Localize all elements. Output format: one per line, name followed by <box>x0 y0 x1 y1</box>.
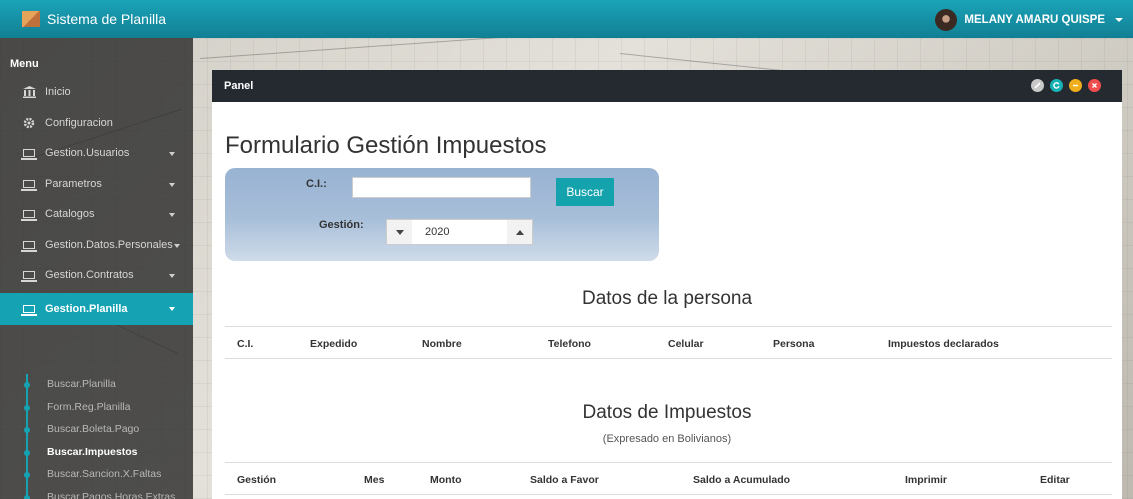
column-header: Monto <box>430 474 462 486</box>
subitem-label: Buscar.Boleta.Pago <box>47 423 140 436</box>
bullet-icon <box>24 494 30 499</box>
caret-up-icon <box>515 229 524 235</box>
subitem-buscar-pagos-horas-extras[interactable]: Buscar.Pagos.Horas.Extras <box>0 486 193 499</box>
column-header: Imprimir <box>905 474 948 486</box>
chevron-down-icon <box>169 274 175 278</box>
sidebar-item-label: Configuracion <box>45 116 113 129</box>
column-header: Expedido <box>310 338 358 350</box>
laptop-icon <box>21 148 37 161</box>
gestion-stepper[interactable]: 2020 <box>386 219 533 245</box>
panel-body: Formulario Gestión Impuestos C.I.: Busca… <box>212 102 1122 499</box>
caret-down-icon <box>395 229 404 235</box>
chevron-down-icon <box>169 182 175 187</box>
subitem-buscar-boleta-pago[interactable]: Buscar.Boleta.Pago <box>0 418 193 441</box>
sidebar-item-inicio[interactable]: Inicio <box>0 77 193 108</box>
sidebar-item-gestion-usuarios[interactable]: Gestion.Usuarios <box>0 138 193 169</box>
column-header: C.I. <box>237 338 254 350</box>
gestion-value[interactable]: 2020 <box>412 226 507 238</box>
page-title: Formulario Gestión Impuestos <box>225 132 547 159</box>
subitem-buscar-sancion-x-faltas[interactable]: Buscar.Sancion.X.Faltas <box>0 463 193 486</box>
decrement-button[interactable] <box>387 220 412 244</box>
laptop-icon <box>21 178 37 191</box>
bullet-icon <box>24 427 30 433</box>
laptop-icon <box>21 270 37 283</box>
chevron-down-icon <box>169 152 175 156</box>
chevron-down-icon <box>169 213 175 217</box>
subitem-form-reg-planilla[interactable]: Form.Reg.Planilla <box>0 396 193 419</box>
persona-section-title: Datos de la persona <box>581 288 753 309</box>
close-icon[interactable] <box>1088 79 1101 92</box>
panel-title: Panel <box>224 80 254 92</box>
sidebar-item-gestion-planilla[interactable]: Gestion.Planilla <box>0 292 193 325</box>
app-logo-icon <box>22 11 40 27</box>
sidebar-item-parametros[interactable]: Parametros <box>0 169 193 200</box>
subitem-label: Buscar.Impuestos <box>47 445 138 458</box>
impuestos-table-header: Gestión Mes Monto Saldo a Favor Saldo a … <box>225 462 1112 495</box>
sidebar-item-configuracion[interactable]: Configuracion <box>0 108 193 139</box>
search-form: C.I.: Buscar Gestión: 2020 <box>225 168 659 261</box>
subitem-label: Buscar.Sancion.X.Faltas <box>47 468 162 481</box>
panel-header: Panel <box>212 70 1122 102</box>
sidebar-item-label: Gestion.Usuarios <box>45 147 130 160</box>
sidebar-item-label: Catalogos <box>45 208 95 221</box>
sidebar-item-label: Parametros <box>45 177 102 190</box>
gear-icon <box>22 117 36 128</box>
subitem-label: Form.Reg.Planilla <box>47 400 131 413</box>
menu-title: Menu <box>10 58 39 70</box>
ci-input[interactable] <box>352 177 531 198</box>
laptop-icon <box>21 209 37 222</box>
column-header: Nombre <box>422 338 462 350</box>
app-title[interactable]: Sistema de Planilla <box>47 11 166 27</box>
increment-button[interactable] <box>507 220 532 244</box>
sidebar-item-label: Gestion.Datos.Personales <box>45 238 173 251</box>
subitem-label: Buscar.Pagos.Horas.Extras <box>47 490 176 499</box>
column-header: Mes <box>364 474 385 486</box>
column-header: Celular <box>668 338 704 350</box>
bullet-icon <box>24 404 30 411</box>
bullet-icon <box>24 472 30 478</box>
sidebar-item-label: Inicio <box>45 86 71 99</box>
column-header: Telefono <box>548 338 591 350</box>
chevron-down-icon <box>169 306 175 311</box>
sidebar-submenu: Buscar.Planilla Form.Reg.Planilla Buscar… <box>0 373 193 499</box>
top-navbar: Sistema de Planilla MELANY AMARU QUISPE <box>0 0 1133 38</box>
refresh-icon[interactable] <box>1050 79 1063 92</box>
column-header: Editar <box>1040 474 1070 486</box>
user-name: MELANY AMARU QUISPE <box>964 14 1105 26</box>
laptop-icon <box>21 303 37 316</box>
sidebar-item-gestion-contratos[interactable]: Gestion.Contratos <box>0 260 193 291</box>
subitem-buscar-planilla[interactable]: Buscar.Planilla <box>0 373 193 396</box>
ci-label: C.I.: <box>306 178 327 190</box>
impuestos-section-subtitle: (Expresado en Bolivianos) <box>602 433 732 445</box>
gestion-label: Gestión: <box>319 219 364 231</box>
column-header: Saldo a Acumulado <box>693 474 791 486</box>
impuestos-section-title: Datos de Impuestos <box>582 402 752 423</box>
column-header: Gestión <box>237 474 277 486</box>
bullet-icon <box>24 382 30 388</box>
subitem-label: Buscar.Planilla <box>47 378 116 391</box>
search-button[interactable]: Buscar <box>556 178 614 206</box>
sidebar-menu: Inicio Configuracion Gestion.Usuarios Pa… <box>0 84 193 327</box>
persona-table-header: C.I. Expedido Nombre Telefono Celular Pe… <box>225 326 1112 359</box>
minimize-icon[interactable] <box>1069 79 1082 92</box>
bank-icon <box>22 86 36 99</box>
settings-icon[interactable] <box>1031 79 1044 92</box>
sidebar-item-label: Gestion.Planilla <box>45 302 128 315</box>
subitem-buscar-impuestos[interactable]: Buscar.Impuestos <box>0 441 193 464</box>
laptop-icon <box>21 239 37 252</box>
sidebar-item-label: Gestion.Contratos <box>45 269 134 282</box>
user-menu[interactable]: MELANY AMARU QUISPE <box>935 9 1123 31</box>
column-header: Impuestos declarados <box>888 338 999 350</box>
column-header: Saldo a Favor <box>530 474 599 486</box>
chevron-down-icon <box>174 243 180 248</box>
column-header: Persona <box>773 338 815 350</box>
bullet-icon <box>24 449 30 456</box>
sidebar-item-catalogos[interactable]: Catalogos <box>0 199 193 230</box>
chevron-down-icon <box>1115 18 1123 22</box>
sidebar-item-gestion-datos-personales[interactable]: Gestion.Datos.Personales <box>0 230 193 261</box>
avatar <box>935 9 958 31</box>
